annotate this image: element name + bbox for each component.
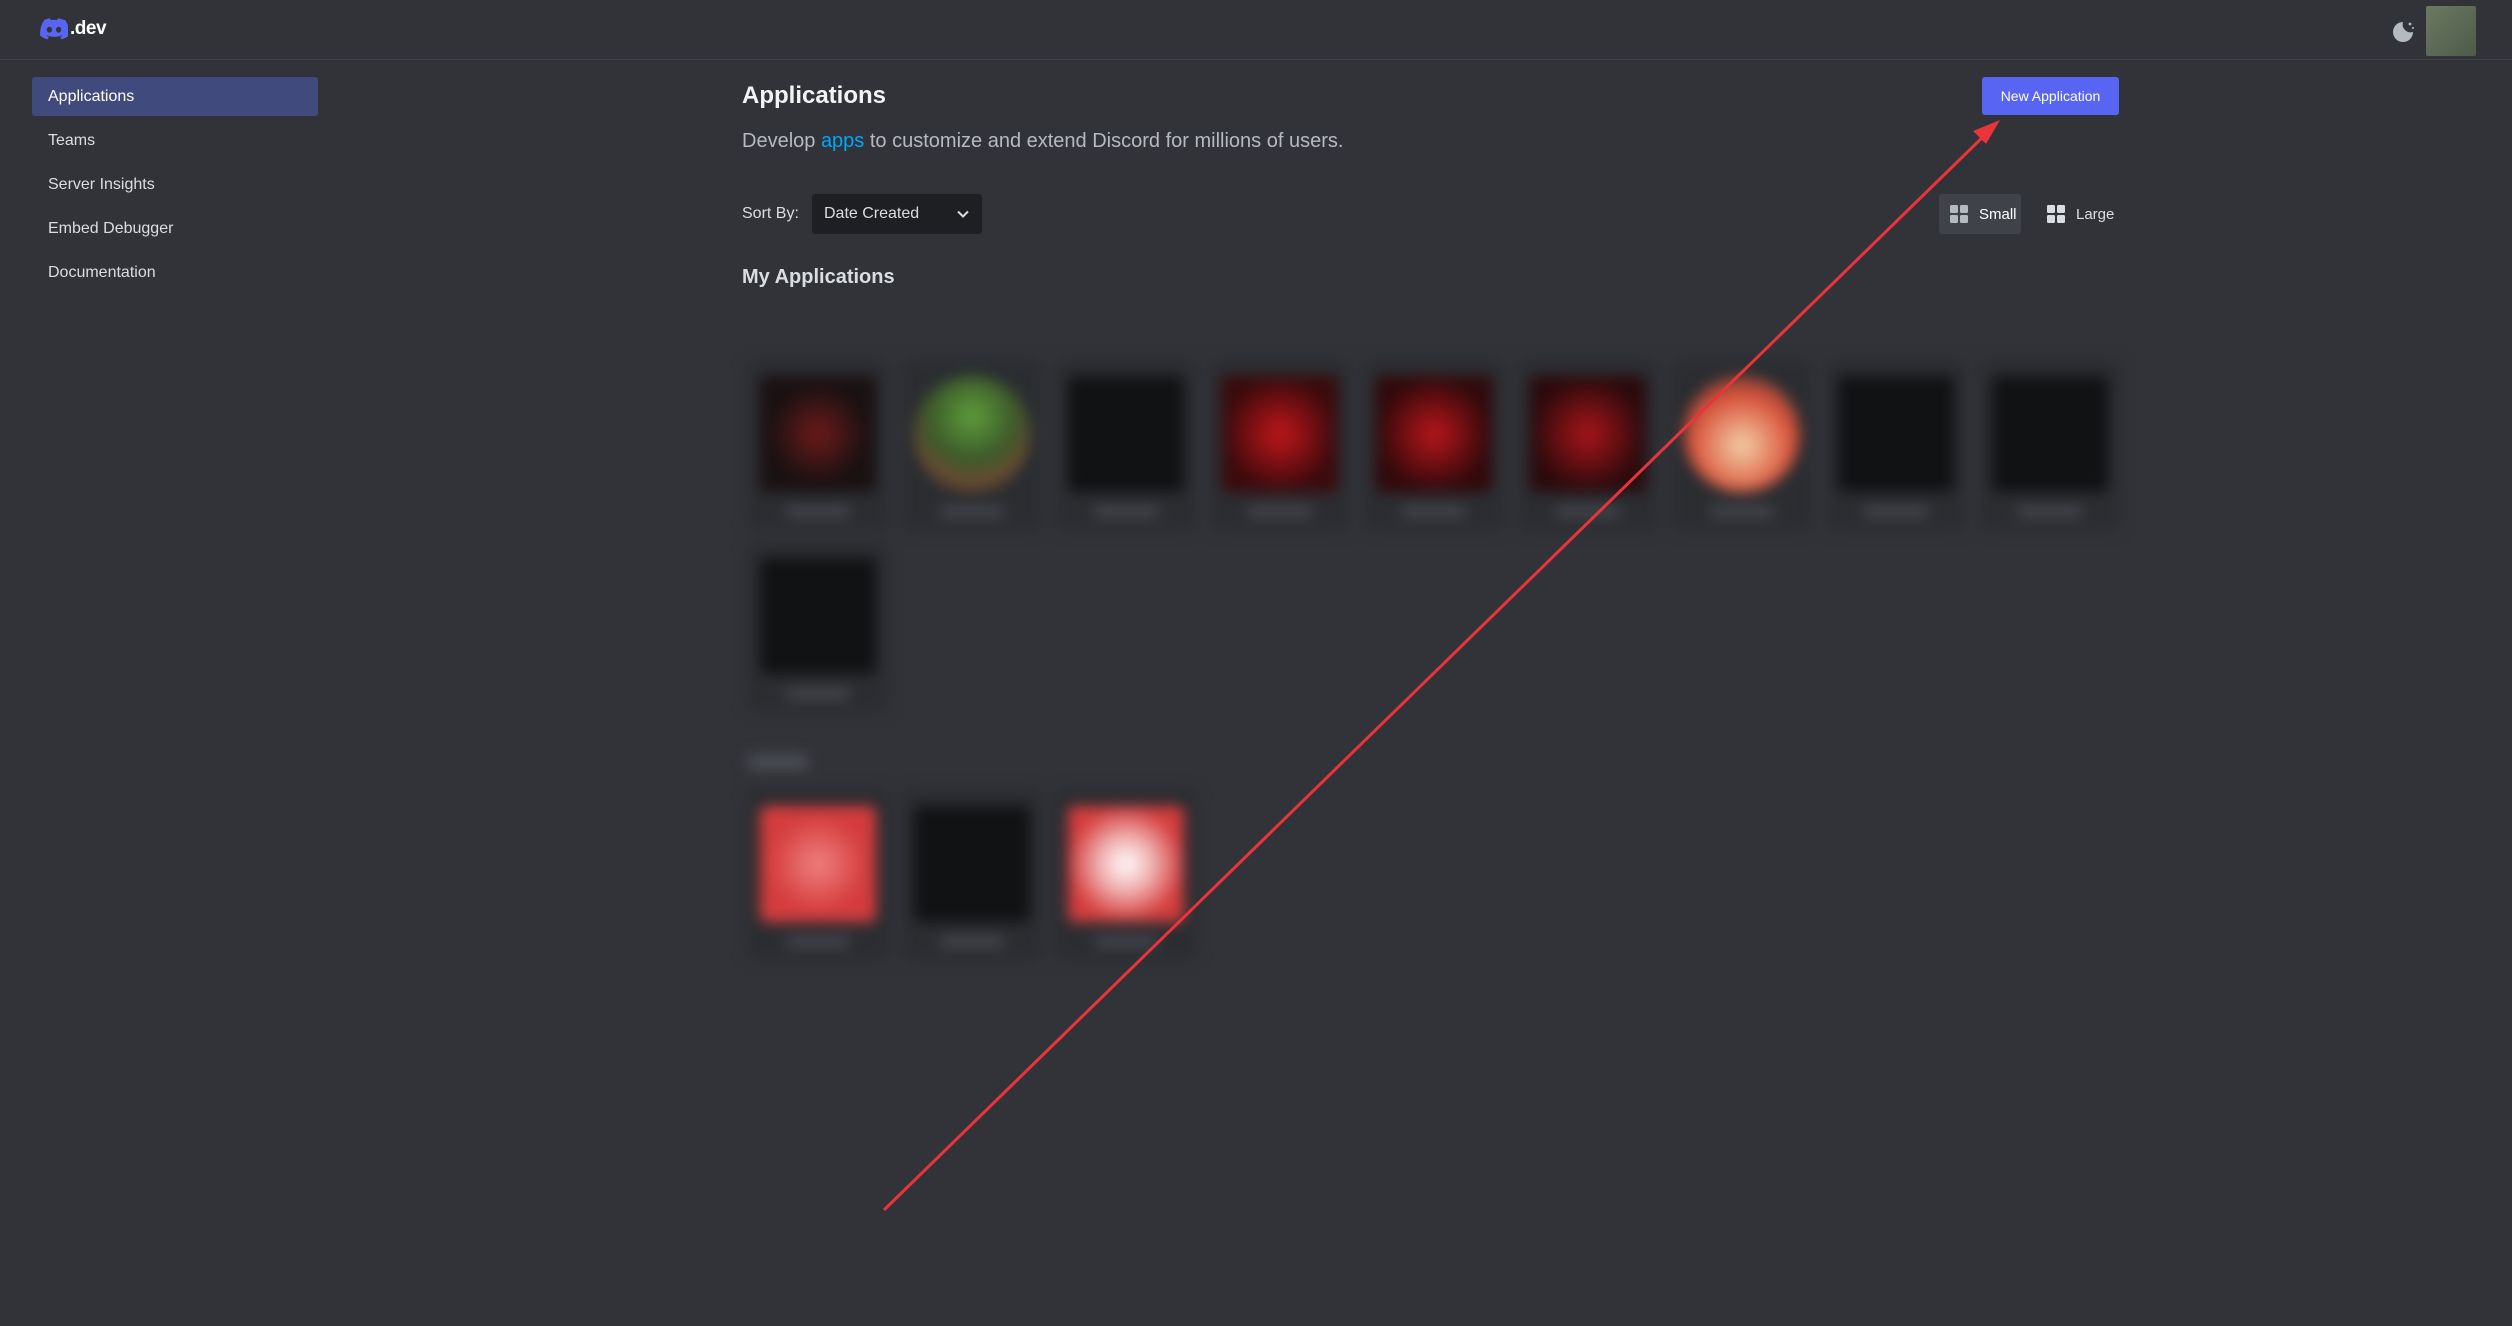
app-icon <box>1068 376 1184 492</box>
grid-small-icon <box>1950 205 1968 223</box>
sidebar: Applications Teams Server Insights Embed… <box>32 77 318 297</box>
sort-label: Sort By: <box>742 205 799 222</box>
app-name <box>940 938 1004 946</box>
moon-icon <box>2393 22 2414 42</box>
sidebar-item-teams[interactable]: Teams <box>32 121 318 160</box>
top-bar: .dev <box>0 0 2512 60</box>
chevron-down-icon <box>957 210 969 218</box>
app-name <box>1248 508 1312 516</box>
app-name <box>786 508 850 516</box>
discord-logo-icon <box>40 18 68 40</box>
theme-toggle-button[interactable] <box>2390 19 2416 45</box>
team-section-heading <box>748 755 808 769</box>
app-icon <box>760 558 876 674</box>
app-name <box>1710 508 1774 516</box>
user-avatar[interactable] <box>2426 6 2476 56</box>
view-small-button[interactable]: Small <box>1939 194 2021 234</box>
app-icon <box>1684 376 1800 492</box>
app-name <box>1556 508 1620 516</box>
sidebar-item-embed-debugger[interactable]: Embed Debugger <box>32 209 318 248</box>
app-icon <box>914 376 1030 492</box>
app-tile[interactable] <box>1364 360 1504 530</box>
page-title: Applications <box>742 82 887 109</box>
app-tile[interactable] <box>1518 360 1658 530</box>
sort-select[interactable]: Date Created <box>812 194 982 234</box>
view-small-label: Small <box>1979 205 2017 223</box>
blurred-application-grid <box>742 300 2132 1000</box>
app-name <box>786 690 850 698</box>
app-icon <box>760 376 876 492</box>
app-tile[interactable] <box>1056 360 1196 530</box>
apps-link[interactable]: apps <box>821 130 864 152</box>
app-tile[interactable] <box>1672 360 1812 530</box>
app-name <box>786 938 850 946</box>
app-tile[interactable] <box>748 360 888 530</box>
sidebar-item-server-insights[interactable]: Server Insights <box>32 165 318 204</box>
app-name <box>1094 938 1158 946</box>
app-tile[interactable] <box>902 360 1042 530</box>
app-name <box>1402 508 1466 516</box>
app-icon <box>1530 376 1646 492</box>
app-tile[interactable] <box>1826 360 1966 530</box>
app-tile[interactable] <box>1056 790 1196 960</box>
app-icon <box>1222 376 1338 492</box>
app-tile[interactable] <box>1980 360 2120 530</box>
app-tile[interactable] <box>748 790 888 960</box>
app-icon <box>1068 806 1184 922</box>
app-icon <box>914 806 1030 922</box>
page-subtitle: Develop apps to customize and extend Dis… <box>742 130 1343 153</box>
app-name <box>940 508 1004 516</box>
sidebar-item-documentation[interactable]: Documentation <box>32 253 318 292</box>
logo-text: .dev <box>70 18 107 39</box>
sort-select-value: Date Created <box>824 205 920 222</box>
app-name <box>1864 508 1928 516</box>
view-large-button[interactable]: Large <box>2036 194 2118 234</box>
subtitle-text-end: to customize and extend Discord for mill… <box>864 130 1344 152</box>
my-applications-heading: My Applications <box>742 266 895 288</box>
app-tile[interactable] <box>748 542 888 712</box>
app-name <box>2018 508 2082 516</box>
subtitle-text-start: Develop <box>742 130 821 152</box>
sidebar-item-applications[interactable]: Applications <box>32 77 318 116</box>
app-icon <box>1992 376 2108 492</box>
grid-large-icon <box>2047 205 2065 223</box>
new-application-button[interactable]: New Application <box>1982 77 2119 115</box>
view-large-label: Large <box>2076 205 2115 223</box>
app-icon <box>760 806 876 922</box>
app-tile[interactable] <box>1210 360 1350 530</box>
app-name <box>1094 508 1158 516</box>
app-icon <box>1838 376 1954 492</box>
app-tile[interactable] <box>902 790 1042 960</box>
logo[interactable]: .dev <box>40 18 107 40</box>
app-icon <box>1376 376 1492 492</box>
